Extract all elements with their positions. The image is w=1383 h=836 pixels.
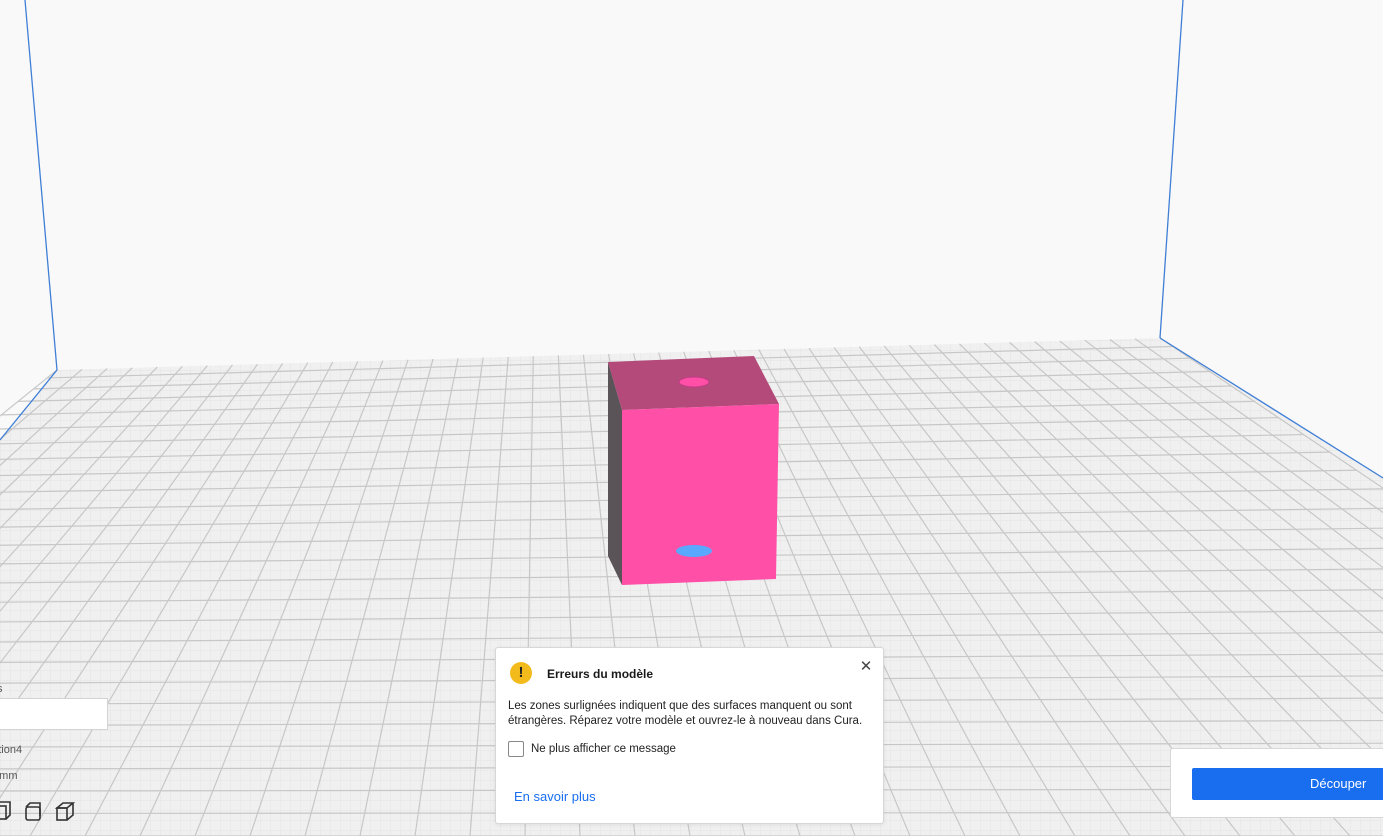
- object-list-label: ts: [0, 683, 3, 695]
- close-icon[interactable]: ✕: [858, 659, 874, 675]
- notification-title: Erreurs du modèle: [547, 667, 654, 681]
- dont-show-again-label[interactable]: Ne plus afficher ce message: [531, 743, 676, 755]
- action-panel: Découper: [1170, 748, 1383, 818]
- object-machine-name: eption4: [0, 744, 23, 756]
- side-view-icon[interactable]: [54, 800, 76, 822]
- model-front-face: [622, 404, 779, 585]
- object-dimensions: 7 mm: [0, 770, 18, 782]
- model-cube[interactable]: [608, 356, 779, 585]
- warning-icon: !: [510, 662, 532, 684]
- object-name-field[interactable]: [0, 698, 108, 730]
- front-view-icon[interactable]: [0, 800, 12, 822]
- object-info-panel: ts eption4 7 mm: [0, 676, 140, 836]
- model-errors-notification: ! Erreurs du modèle ✕ Les zones surligné…: [495, 647, 884, 824]
- camera-view-buttons: [0, 800, 76, 822]
- top-view-icon[interactable]: [22, 800, 44, 822]
- learn-more-link[interactable]: En savoir plus: [514, 789, 596, 804]
- model-top-hole: [678, 376, 710, 388]
- model-error-highlight: [676, 545, 712, 557]
- dont-show-again-checkbox[interactable]: [508, 741, 524, 757]
- slice-button[interactable]: Découper: [1192, 768, 1383, 800]
- notification-body: Les zones surlignées indiquent que des s…: [508, 700, 863, 727]
